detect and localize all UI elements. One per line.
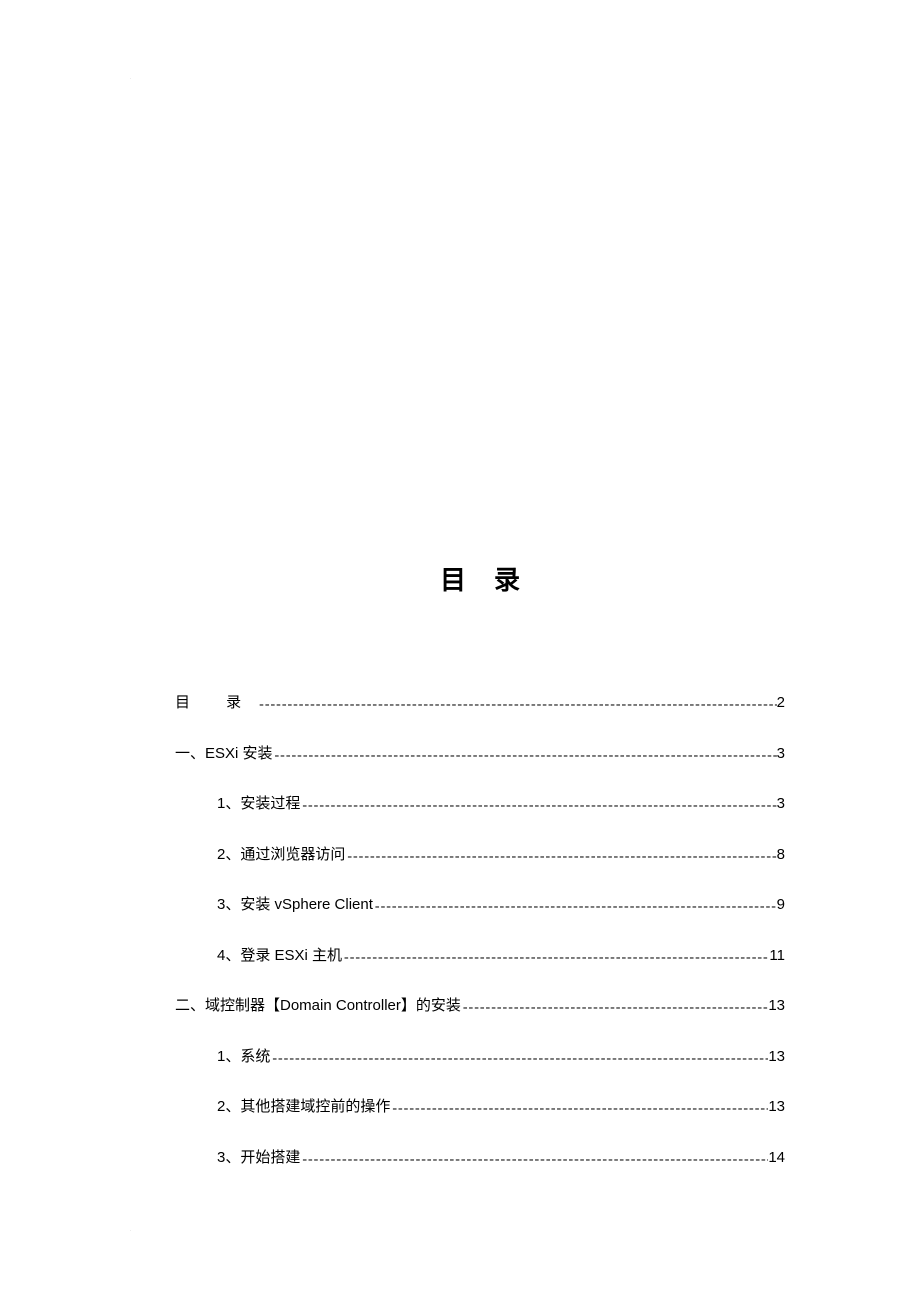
toc-entry-page: 13 [768, 1096, 785, 1119]
toc-entry-label: 2、其他搭建域控前的操作 [217, 1096, 390, 1119]
toc-leader-dashes [390, 1098, 768, 1119]
toc-entry-page: 2 [777, 692, 785, 715]
toc-entry: 2、其他搭建域控前的操作 13 [175, 1096, 785, 1119]
toc-entry-label: 一、ESXi 安装 [175, 743, 273, 766]
toc-entry-label: 3、安装 vSphere Client [217, 894, 373, 917]
toc-entry-page: 3 [777, 743, 785, 766]
toc-leader-dashes [270, 1048, 768, 1069]
toc-entry-page: 13 [768, 1046, 785, 1069]
toc-entry: 一、ESXi 安装 3 [175, 743, 785, 766]
corner-dot-bottom: . [130, 1227, 131, 1232]
toc-entry: 1、系统 13 [175, 1046, 785, 1069]
toc-entry: 目 录 2 [175, 692, 785, 715]
toc-entry: 二、域控制器【Domain Controller】的安装 13 [175, 995, 785, 1018]
toc-entry-page: 8 [777, 844, 785, 867]
toc-leader-dashes [345, 846, 776, 867]
toc-entry-label: 目 录 [175, 692, 257, 715]
corner-dot-top: . [130, 75, 131, 80]
toc-entry: 4、登录 ESXi 主机 11 [175, 945, 785, 968]
toc-leader-dashes [461, 997, 768, 1018]
toc-entry-label: 1、系统 [217, 1046, 270, 1069]
toc-entry-page: 14 [768, 1147, 785, 1170]
document-page: . . 目录 目 录2一、ESXi 安装 31、安装过程 32、通过浏览器访问 … [0, 0, 920, 1302]
toc-leader-dashes [373, 896, 777, 917]
toc-entry-label: 3、开始搭建 [217, 1147, 300, 1170]
toc-leader-dashes [300, 1149, 768, 1170]
toc-entry-label: 1、安装过程 [217, 793, 300, 816]
toc-entry: 3、安装 vSphere Client 9 [175, 894, 785, 917]
toc-entry-label: 2、通过浏览器访问 [217, 844, 345, 867]
toc-leader-dashes [300, 795, 776, 816]
toc-entry: 1、安装过程 3 [175, 793, 785, 816]
page-title: 目录 [175, 560, 785, 597]
toc-leader-dashes [273, 745, 777, 766]
toc-entry-label: 4、登录 ESXi 主机 [217, 945, 342, 968]
table-of-contents: 目 录2一、ESXi 安装 31、安装过程 32、通过浏览器访问 83、安装 v… [175, 692, 785, 1169]
toc-leader-dashes [257, 694, 776, 715]
toc-entry-page: 9 [777, 894, 785, 917]
toc-entry: 2、通过浏览器访问 8 [175, 844, 785, 867]
toc-entry-page: 13 [768, 995, 785, 1018]
toc-entry-page: 3 [777, 793, 785, 816]
toc-entry: 3、开始搭建 14 [175, 1147, 785, 1170]
toc-entry-page: 11 [769, 945, 785, 968]
toc-leader-dashes [342, 947, 769, 968]
toc-entry-label: 二、域控制器【Domain Controller】的安装 [175, 995, 461, 1018]
